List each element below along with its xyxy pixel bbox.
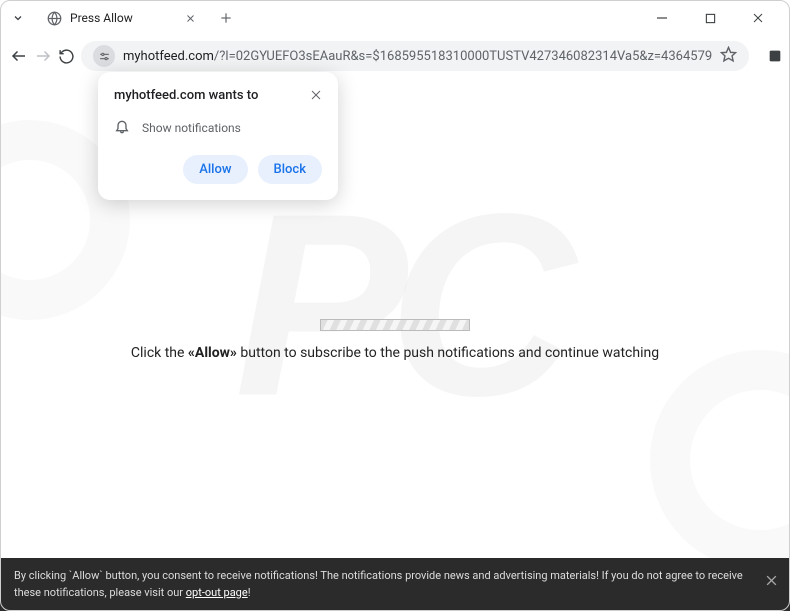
chevron-down-icon [12,12,24,24]
consent-text-suffix: ! [248,586,251,599]
prompt-permission-label: Show notifications [142,121,241,135]
prompt-title: myhotfeed.com wants to [114,88,258,103]
address-bar[interactable]: myhotfeed.com/?l=02GYUEFO3sEAauR&s=$1685… [81,41,749,71]
extension-icon [767,48,783,64]
close-icon [186,14,195,23]
window-controls [644,4,786,32]
tabs-dropdown-button[interactable] [4,4,32,32]
toolbar: myhotfeed.com/?l=02GYUEFO3sEAauR&s=$1685… [0,36,790,76]
loading-progress-bar [320,319,470,331]
star-icon [720,46,737,63]
extensions-button[interactable] [761,42,789,70]
maximize-icon [705,13,716,24]
arrow-right-icon [34,47,52,65]
consent-close-button[interactable] [765,570,778,594]
arrow-left-icon [10,47,28,65]
allow-button[interactable]: Allow [183,155,247,184]
tune-icon [98,50,111,63]
notification-permission-prompt: myhotfeed.com wants to Show notification… [98,72,338,200]
tab-title: Press Allow [70,11,174,25]
close-window-button[interactable] [740,4,776,32]
close-icon [310,89,322,101]
toolbar-right [755,42,790,70]
instruction-text: Click the «Allow» button to subscribe to… [0,345,790,361]
minimize-button[interactable] [644,4,680,32]
block-button[interactable]: Block [258,155,322,184]
back-button[interactable] [10,42,28,70]
plus-icon [219,11,233,25]
globe-icon [46,10,62,26]
bell-icon [114,118,130,137]
forward-button[interactable] [34,42,52,70]
reload-button[interactable] [58,42,75,70]
close-icon [752,12,764,24]
opt-out-link[interactable]: opt-out page [186,586,248,599]
minimize-icon [656,12,668,24]
new-tab-button[interactable] [212,4,240,32]
reload-icon [58,48,75,65]
maximize-button[interactable] [692,4,728,32]
consent-bar: By clicking `Allow` button, you consent … [0,558,790,611]
tab-close-button[interactable] [182,10,198,26]
site-settings-button[interactable] [93,45,115,67]
titlebar: Press Allow [0,0,790,36]
url-text: myhotfeed.com/?l=02GYUEFO3sEAauR&s=$1685… [123,49,712,64]
consent-text: By clicking `Allow` button, you consent … [14,569,743,599]
prompt-close-button[interactable] [310,88,322,104]
browser-tab[interactable]: Press Allow [36,2,206,34]
bookmark-button[interactable] [720,46,737,67]
close-icon [765,574,778,587]
